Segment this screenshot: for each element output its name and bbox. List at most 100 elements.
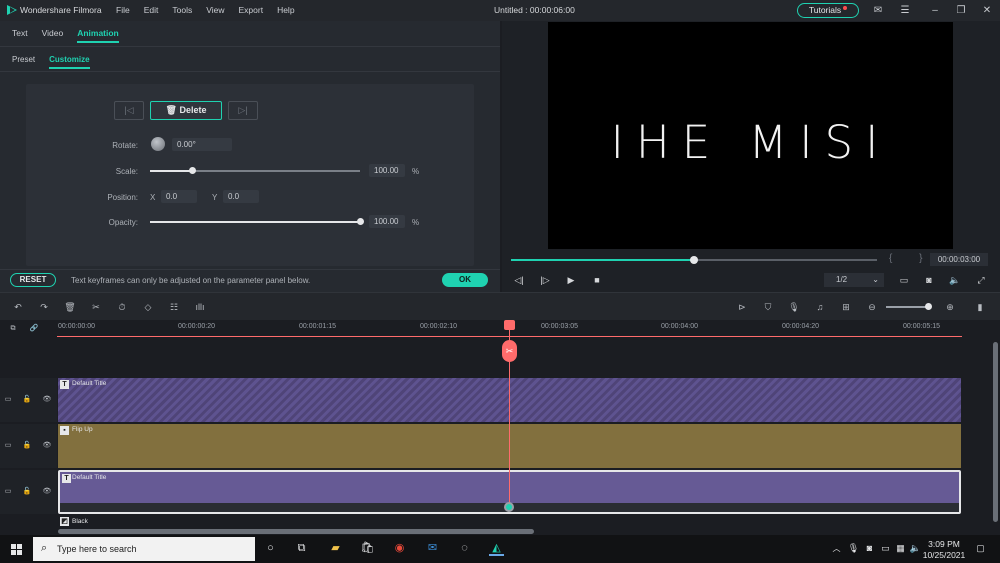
tutorials-button[interactable]: Tutorials xyxy=(797,3,859,18)
undo-icon[interactable]: ↶ xyxy=(12,301,24,313)
zoom-in-icon[interactable]: ⊕ xyxy=(944,301,956,313)
close-icon[interactable]: ✕ xyxy=(980,4,994,17)
link-icon[interactable]: 🔗 xyxy=(29,324,39,334)
split-screen-icon[interactable]: ⊞ xyxy=(840,301,852,313)
delete-icon[interactable]: 🗑 xyxy=(64,301,76,313)
eye-icon[interactable]: 👁 xyxy=(42,487,52,497)
opacity-slider-handle[interactable] xyxy=(357,218,364,225)
subtab-customize[interactable]: Customize xyxy=(49,55,90,69)
zoom-slider[interactable] xyxy=(886,306,928,308)
add-track-icon[interactable]: ⧉ xyxy=(8,324,18,334)
tray-camera-icon[interactable]: ◙ xyxy=(862,541,877,556)
scissors-icon[interactable]: ✂ xyxy=(502,340,517,362)
menu-view[interactable]: View xyxy=(206,5,224,15)
audio-wave-icon[interactable]: ıllı xyxy=(194,301,206,313)
zoom-out-icon[interactable]: ⊖ xyxy=(866,301,878,313)
redo-icon[interactable]: ↷ xyxy=(38,301,50,313)
task-view-icon[interactable]: ⧉ xyxy=(294,541,309,556)
microphone-icon[interactable]: 🎙 xyxy=(788,301,800,313)
fullscreen-icon[interactable]: ⤢ xyxy=(975,274,987,286)
rotate-value[interactable]: 0.00° xyxy=(172,138,232,151)
panel-tabs: Text Video Animation xyxy=(12,28,119,43)
rotate-dial[interactable] xyxy=(151,137,165,151)
scale-value[interactable]: 100.00 xyxy=(369,164,405,177)
monitor-icon[interactable]: ▭ xyxy=(898,274,910,286)
position-y-field[interactable]: 0.0 xyxy=(223,190,259,203)
prev-keyframe-button[interactable]: |◁ xyxy=(114,101,144,120)
mail-icon[interactable]: ✉ xyxy=(871,4,885,17)
step-back-icon[interactable]: ◁| xyxy=(513,274,525,286)
vertical-scrollbar[interactable] xyxy=(993,342,998,522)
hamburger-menu-icon[interactable]: ☰ xyxy=(898,4,912,17)
lock-icon[interactable]: 🔓 xyxy=(22,441,32,451)
file-explorer-icon[interactable]: ▰ xyxy=(328,541,343,556)
windows-start-icon[interactable] xyxy=(11,544,22,555)
play-icon[interactable]: ▶ xyxy=(565,274,577,286)
menu-help[interactable]: Help xyxy=(277,5,294,15)
menu-export[interactable]: Export xyxy=(238,5,263,15)
panel-toggle-icon[interactable]: ▮ xyxy=(974,301,986,313)
mail-app-icon[interactable]: ✉ xyxy=(425,541,440,556)
tray-display-icon[interactable]: ▭ xyxy=(878,541,893,556)
tray-volume-icon[interactable]: 🔈 xyxy=(908,541,923,556)
keyframe-icon[interactable]: ◇ xyxy=(142,301,154,313)
marker-icon[interactable]: ⛉ xyxy=(762,301,774,313)
notification-center-icon[interactable]: ▢ xyxy=(973,541,988,556)
delete-keyframe-button[interactable]: 🗑 Delete xyxy=(150,101,222,120)
opacity-slider[interactable] xyxy=(150,221,360,223)
menu-edit[interactable]: Edit xyxy=(144,5,159,15)
volume-icon[interactable]: 🔈 xyxy=(949,274,961,286)
tab-animation[interactable]: Animation xyxy=(77,28,119,43)
restore-icon[interactable]: ❐ xyxy=(954,4,968,17)
eye-icon[interactable]: 👁 xyxy=(42,395,52,405)
next-keyframe-button[interactable]: ▷| xyxy=(228,101,258,120)
lock-icon[interactable]: 🔓 xyxy=(22,487,32,497)
video-preview[interactable]: IHE MISI xyxy=(548,22,953,249)
step-forward-icon[interactable]: |▷ xyxy=(539,274,551,286)
menu-file[interactable]: File xyxy=(116,5,130,15)
minimize-icon[interactable]: – xyxy=(928,4,942,17)
eye-icon[interactable]: 👁 xyxy=(42,441,52,451)
stop-icon[interactable]: ■ xyxy=(591,274,603,286)
tray-mic-icon[interactable]: 🎙 xyxy=(846,541,861,556)
cut-icon[interactable]: ✂ xyxy=(90,301,102,313)
taskbar-clock[interactable]: 3:09 PM 10/25/2021 xyxy=(922,539,966,561)
tray-network-icon[interactable]: ▦ xyxy=(893,541,908,556)
snapshot-icon[interactable]: ◙ xyxy=(923,274,935,286)
render-icon[interactable]: ⊳ xyxy=(736,301,748,313)
chevron-down-icon: ⌄ xyxy=(872,275,879,284)
keyframe-dot[interactable] xyxy=(504,502,514,512)
filmora-taskbar-icon[interactable]: ◭ xyxy=(489,541,504,556)
preview-progress-handle[interactable] xyxy=(690,256,698,264)
chrome-icon[interactable]: ◉ xyxy=(392,541,407,556)
taskbar-search-input[interactable]: Type here to search xyxy=(33,537,255,561)
cortana-icon[interactable]: ○ xyxy=(263,541,278,556)
black-clip[interactable]: ◩ Black xyxy=(58,516,961,528)
opacity-value[interactable]: 100.00 xyxy=(369,215,405,228)
ruler-tick: 00:00:04:20 xyxy=(782,323,819,330)
scale-slider[interactable] xyxy=(150,170,360,172)
store-icon[interactable]: 🛍 xyxy=(360,541,375,556)
adjust-icon[interactable]: ☷ xyxy=(168,301,180,313)
playhead-handle[interactable] xyxy=(504,320,515,330)
ruler-tick: 00:00:00:20 xyxy=(178,323,215,330)
zoom-slider-handle[interactable] xyxy=(925,303,932,310)
opacity-slider-fill xyxy=(150,221,360,223)
ok-button[interactable]: OK xyxy=(442,273,488,287)
browser-icon[interactable]: ◌ xyxy=(457,541,472,556)
audio-mixer-icon[interactable]: ♫ xyxy=(814,301,826,313)
horizontal-scrollbar[interactable] xyxy=(58,529,534,534)
subtab-preset[interactable]: Preset xyxy=(12,55,35,69)
speed-icon[interactable]: ⏱ xyxy=(116,301,128,313)
mark-in-out-icon[interactable]: { } xyxy=(889,253,934,264)
menu-tools[interactable]: Tools xyxy=(172,5,192,15)
tab-text[interactable]: Text xyxy=(12,28,28,43)
preview-quality-select[interactable]: 1/2 ⌄ xyxy=(824,273,884,287)
reset-button[interactable]: RESET xyxy=(10,273,56,287)
lock-icon[interactable]: 🔓 xyxy=(22,395,32,405)
position-x-field[interactable]: 0.0 xyxy=(161,190,197,203)
scale-slider-handle[interactable] xyxy=(189,167,196,174)
tab-video[interactable]: Video xyxy=(42,28,64,43)
timeline-toolbar: ↶ ↷ 🗑 ✂ ⏱ ◇ ☷ ıllı ⊳ ⛉ 🎙 ♫ ⊞ ⊖ ⊕ ▮ xyxy=(0,292,1000,320)
tray-chevron-icon[interactable]: ︿ xyxy=(829,541,844,556)
